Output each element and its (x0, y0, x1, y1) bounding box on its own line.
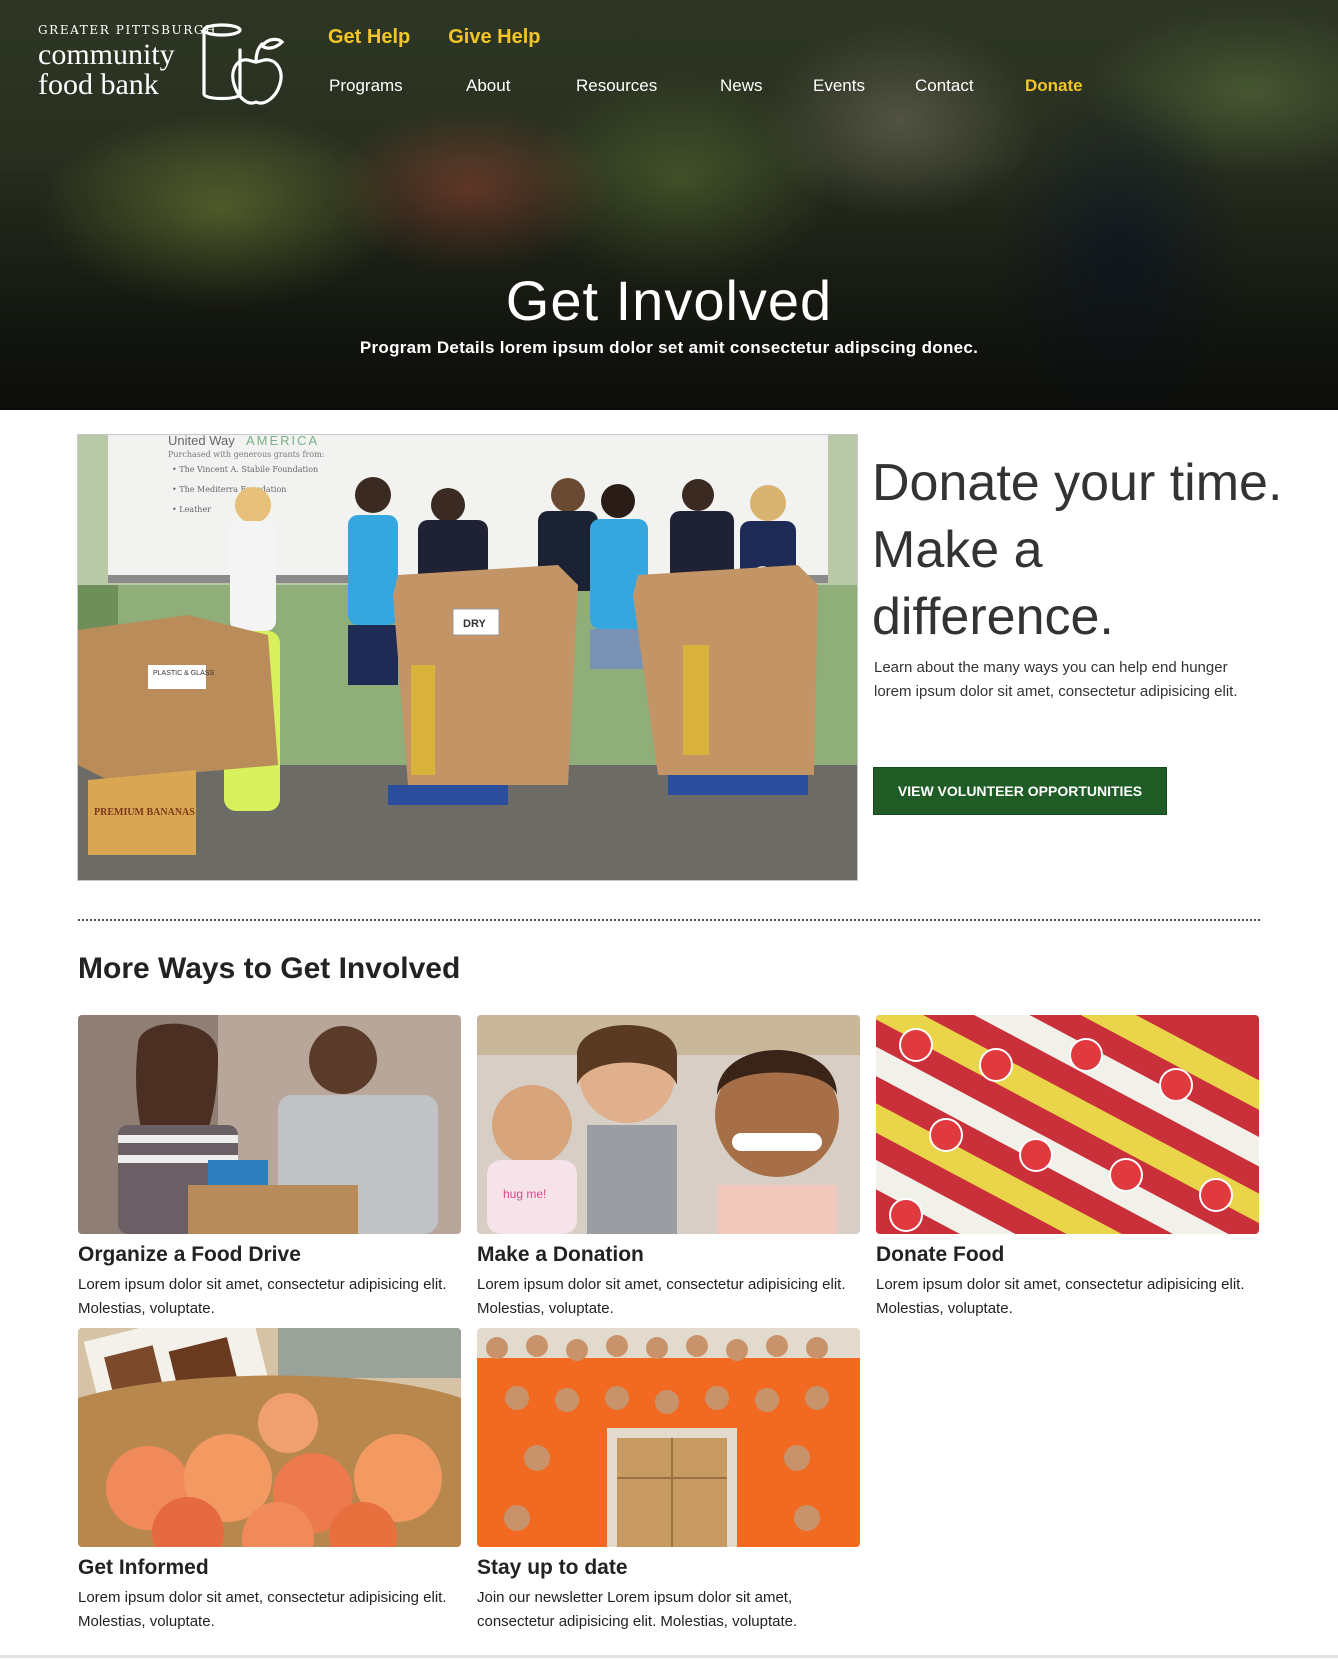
card-donate-food[interactable]: Donate Food Lorem ipsum dolor sit amet, … (876, 1015, 1259, 1321)
box-label-dry: DRY (463, 618, 486, 630)
card-description: Join our newsletter Lorem ipsum dolor si… (477, 1589, 798, 1630)
card-title[interactable]: Stay up to date (477, 1556, 860, 1580)
card-title[interactable]: Get Informed (78, 1556, 461, 1580)
view-volunteer-opportunities-button[interactable]: VIEW VOLUNTEER OPPORTUNITIES (873, 767, 1167, 815)
card-stay-up-to-date[interactable]: Stay up to date Join our newsletter Lore… (477, 1328, 860, 1634)
nav-secondary: Programs About Resources News Events Con… (0, 76, 1338, 100)
card-title[interactable]: Make a Donation (477, 1243, 860, 1267)
page-title: Get Involved (505, 269, 833, 332)
nav-contact[interactable]: Contact (915, 76, 974, 96)
hero-banner: GREATER PITTSBURGH community food bank G… (0, 0, 1338, 410)
box-label-bananas: PREMIUM BANANAS (94, 807, 195, 818)
card-make-donation[interactable]: hug me! Make a Donation Lorem ipsum dolo… (477, 1015, 860, 1321)
more-ways-heading: More Ways to Get Involved (78, 952, 461, 985)
volunteer-group-photo (477, 1328, 860, 1547)
nav-get-help[interactable]: Get Help (328, 26, 410, 49)
truck-grant: Purchased with generous grants from: (168, 450, 324, 459)
canned-goods-photo (876, 1015, 1259, 1234)
nav-primary: Get Help Give Help (328, 26, 541, 49)
card-description: Lorem ipsum dolor sit amet, consectetur … (477, 1276, 846, 1317)
logo-tagline: GREATER PITTSBURGH (38, 23, 218, 37)
nav-resources[interactable]: Resources (576, 76, 657, 96)
volunteer-heading: Donate your time. Make a difference. (872, 454, 1283, 646)
nav-give-help[interactable]: Give Help (448, 26, 540, 49)
volunteer-description: Learn about the many ways you can help e… (874, 659, 1238, 700)
card-description: Lorem ipsum dolor sit amet, consectetur … (78, 1276, 447, 1317)
truck-sponsor-2: • The Mediterra Foundation (172, 485, 286, 494)
card-description: Lorem ipsum dolor sit amet, consectetur … (876, 1276, 1245, 1317)
page-subtitle: Program Details lorem ipsum dolor set am… (359, 338, 979, 357)
footer-border (0, 1655, 1338, 1658)
nav-about[interactable]: About (466, 76, 510, 96)
volunteer-photo: United Way AMERICA Purchased with genero… (77, 434, 858, 881)
card-image[interactable] (78, 1328, 461, 1547)
truck-sponsor-3: • Leather (172, 505, 211, 514)
card-image[interactable]: hug me! (477, 1015, 860, 1234)
nav-events[interactable]: Events (813, 76, 865, 96)
logo-line-community: community (38, 38, 175, 71)
card-image[interactable] (78, 1015, 461, 1234)
section-divider (78, 919, 1260, 921)
truck-sponsor-1: • The Vincent A. Stabile Foundation (172, 465, 318, 474)
card-title[interactable]: Organize a Food Drive (78, 1243, 461, 1267)
card-get-informed[interactable]: Get Informed Lorem ipsum dolor sit amet,… (78, 1328, 461, 1634)
box-label-plastic: PLASTIC & GLASS (153, 670, 214, 677)
card-image[interactable] (876, 1015, 1259, 1234)
nav-programs[interactable]: Programs (329, 76, 403, 96)
truck-brand: United Way (168, 435, 235, 448)
card-image[interactable] (477, 1328, 860, 1547)
card-title[interactable]: Donate Food (876, 1243, 1259, 1267)
nav-news[interactable]: News (720, 76, 763, 96)
peaches-photo (78, 1328, 461, 1547)
card-description: Lorem ipsum dolor sit amet, consectetur … (78, 1589, 447, 1630)
volunteers-sorting-boxes-image: United Way AMERICA Purchased with genero… (78, 435, 857, 880)
truck-region: AMERICA (246, 435, 319, 448)
shirt-text: hug me! (503, 1187, 546, 1201)
food-drive-photo (78, 1015, 461, 1234)
nav-donate[interactable]: Donate (1025, 76, 1083, 96)
family-photo: hug me! (477, 1015, 860, 1234)
card-organize-food-drive[interactable]: Organize a Food Drive Lorem ipsum dolor … (78, 1015, 461, 1321)
